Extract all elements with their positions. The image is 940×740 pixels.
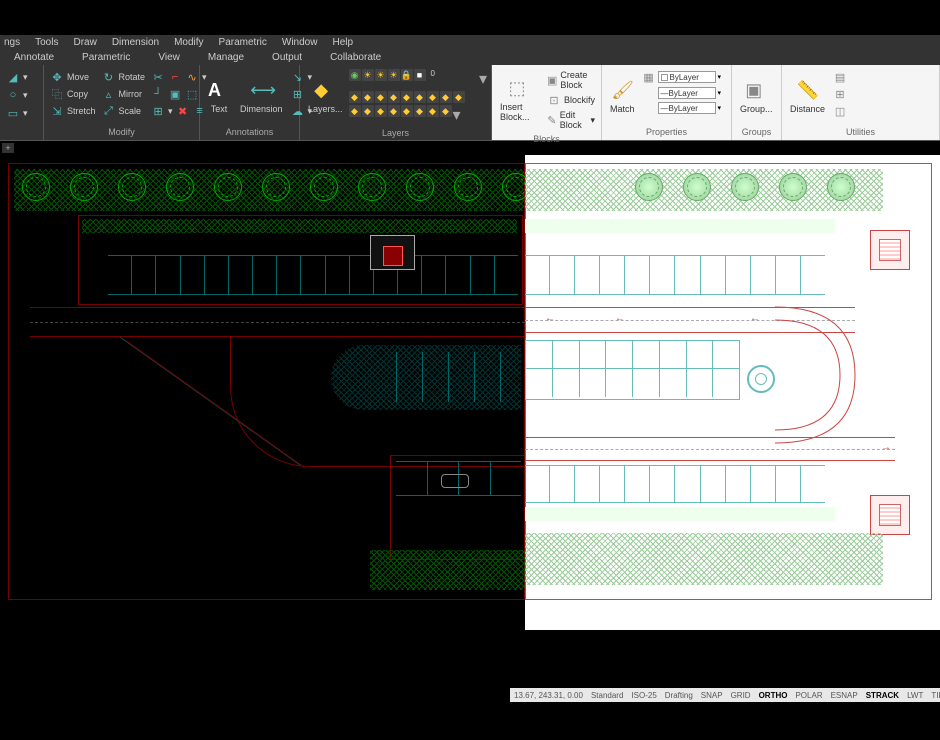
- rect-button[interactable]: ▭▾: [4, 105, 39, 121]
- panel-label: Modify: [46, 126, 197, 138]
- circle-button[interactable]: ○▾: [4, 87, 39, 103]
- ribbon: ◢▾ ○▾ ▭▾ ✥Move ⿻Copy ⇲Stretch ↻Rotate ▵M…: [0, 65, 940, 141]
- color-select[interactable]: ▦ByLayer▾: [641, 69, 723, 85]
- distance-button[interactable]: 📏Distance: [786, 69, 829, 124]
- ribbon-tabbar: Annotate Parametric View Manage Output C…: [0, 49, 940, 65]
- tab-parametric[interactable]: Parametric: [68, 50, 144, 65]
- arrow-icon: ←: [750, 313, 760, 324]
- toggle-snap[interactable]: SNAP: [701, 691, 723, 700]
- util-b[interactable]: ⊞: [831, 86, 849, 102]
- blockify-button[interactable]: ⊡Blockify: [545, 92, 597, 108]
- tab-manage[interactable]: Manage: [194, 50, 258, 65]
- menu-item[interactable]: Dimension: [112, 37, 159, 48]
- panel-label: Utilities: [784, 126, 937, 138]
- lineweight-select[interactable]: — ByLayer▾: [641, 101, 723, 115]
- tab-annotate[interactable]: Annotate: [0, 50, 68, 65]
- scale-button[interactable]: ⤢Scale: [100, 103, 148, 119]
- car-icon: [441, 474, 469, 488]
- polyline-button[interactable]: ◢▾: [4, 69, 39, 85]
- dimension-button[interactable]: ⟷Dimension: [236, 69, 287, 124]
- panel-label: Layers: [302, 127, 489, 139]
- menu-item[interactable]: Draw: [73, 37, 96, 48]
- fountain-icon: [747, 365, 775, 393]
- arrow-icon: ←: [545, 313, 555, 324]
- text-button[interactable]: AText: [204, 69, 234, 124]
- toggle-ortho[interactable]: ORTHO: [759, 691, 788, 700]
- layers-button[interactable]: ◆Layers...: [304, 69, 347, 125]
- menu-item[interactable]: Help: [332, 37, 353, 48]
- copy-button[interactable]: ⿻Copy: [48, 86, 98, 102]
- toggle-tile[interactable]: TILE: [931, 691, 940, 700]
- status-bar: 13.67, 243.31, 0.00 Standard ISO-25 Draf…: [510, 688, 940, 702]
- toggle-lwt[interactable]: LWT: [907, 691, 923, 700]
- linetype-select[interactable]: — ByLayer▾: [641, 86, 723, 100]
- move-button[interactable]: ✥Move: [48, 69, 98, 85]
- drawing-tab-add[interactable]: +: [2, 143, 14, 153]
- edit-block-button[interactable]: ✎Edit Block▾: [545, 109, 597, 131]
- arrow-icon: ←: [615, 313, 625, 324]
- layer-state-row[interactable]: ◉☀☀☀🔒■0▾: [349, 69, 487, 89]
- insert-block-button[interactable]: ⬚Insert Block...: [496, 69, 543, 131]
- group-button[interactable]: ▣Group...: [736, 69, 777, 124]
- rotate-button[interactable]: ↻Rotate: [100, 69, 148, 85]
- util-a[interactable]: ▤: [831, 69, 849, 85]
- toggle-polar[interactable]: POLAR: [795, 691, 822, 700]
- drawing-canvas[interactable]: ← ← ← →: [0, 155, 940, 630]
- tab-view[interactable]: View: [144, 50, 194, 65]
- menu-item[interactable]: ngs: [4, 37, 20, 48]
- stretch-button[interactable]: ⇲Stretch: [48, 103, 98, 119]
- toggle-strack[interactable]: STRACK: [866, 691, 899, 700]
- toggle-grid[interactable]: GRID: [731, 691, 751, 700]
- menu-item[interactable]: Window: [282, 37, 318, 48]
- annoscale-readout[interactable]: Drafting: [665, 691, 693, 700]
- panel-label: Blocks: [494, 133, 599, 145]
- create-block-button[interactable]: ▣Create Block: [545, 69, 597, 91]
- layer-tools-row2[interactable]: ◆◆◆◆◆◆◆◆▾: [349, 105, 487, 125]
- style-readout[interactable]: Standard: [591, 691, 623, 700]
- tab-output[interactable]: Output: [258, 50, 316, 65]
- panel-label: Annotations: [202, 126, 297, 138]
- coords-readout: 13.67, 243.31, 0.00: [514, 691, 583, 700]
- util-c[interactable]: ◫: [831, 103, 849, 119]
- menu-item[interactable]: Parametric: [219, 37, 267, 48]
- menu-item[interactable]: Tools: [35, 37, 58, 48]
- arrow-icon: →: [881, 442, 891, 453]
- panel-label: Properties: [604, 126, 729, 138]
- toggle-esnap[interactable]: ESNAP: [831, 691, 858, 700]
- menubar: ngs Tools Draw Dimension Modify Parametr…: [0, 35, 940, 49]
- tab-collaborate[interactable]: Collaborate: [316, 50, 395, 65]
- match-button[interactable]: 🖌Match: [606, 69, 639, 124]
- mirror-button[interactable]: ▵Mirror: [100, 86, 148, 102]
- panel-label: Groups: [734, 126, 779, 138]
- dimstyle-readout[interactable]: ISO-25: [631, 691, 656, 700]
- layer-tools-row[interactable]: ◆◆◆◆◆◆◆◆◆: [349, 91, 487, 103]
- menu-item[interactable]: Modify: [174, 37, 203, 48]
